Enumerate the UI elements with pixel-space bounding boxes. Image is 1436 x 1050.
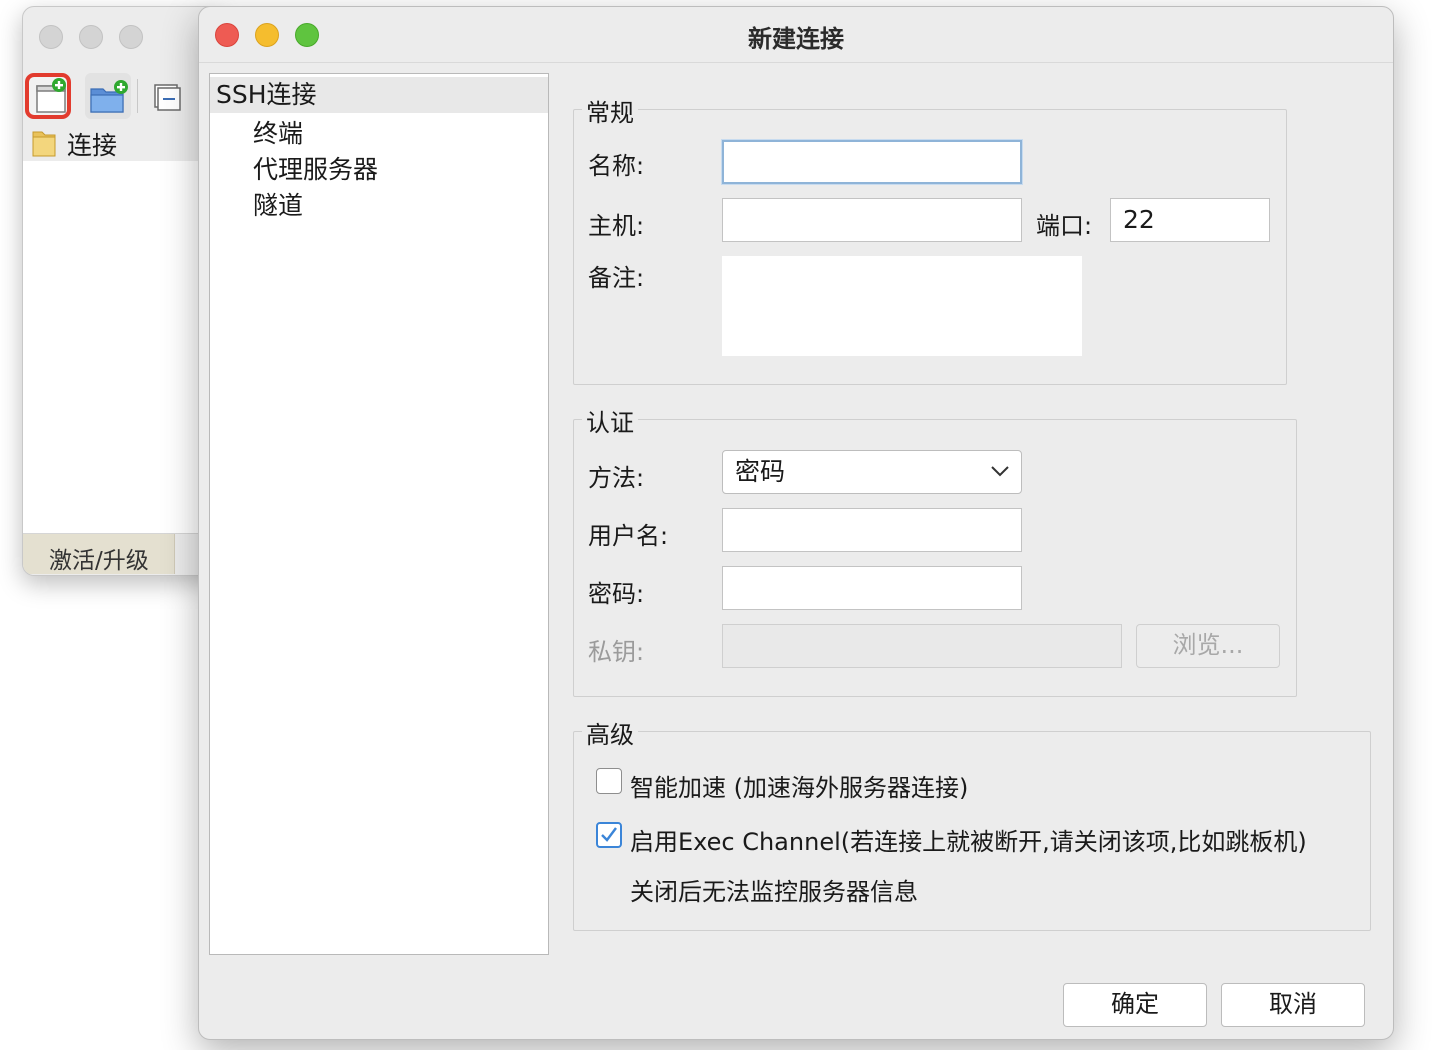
toolbar-separator [137,79,138,113]
general-group: 常规 名称: 主机: 端口: 22 备注: [573,93,1287,385]
collapse-icon [154,84,181,111]
nav-item-ssh[interactable]: SSH连接 [210,77,548,113]
name-input[interactable] [722,140,1022,184]
new-connection-dialog: 新建连接 SSH连接 终端 代理服务器 隧道 常规 名称: 主机: 端口: 22… [198,6,1394,1040]
dialog-titlebar: 新建连接 [199,7,1393,63]
accel-checkbox[interactable] [596,768,622,794]
nav-item-terminal[interactable]: 终端 [253,114,303,150]
host-label: 主机: [588,212,645,240]
exec-channel-checkbox[interactable] [596,822,622,848]
collapse-button[interactable] [147,73,193,119]
accel-label: 智能加速 (加速海外服务器连接) [630,774,969,802]
method-value: 密码 [735,457,786,486]
status-bar: 激活/升级 [23,533,221,575]
method-label: 方法: [588,464,645,492]
tree-item-label: 连接 [67,131,118,160]
auth-legend: 认证 [582,403,638,438]
nav-item-proxy[interactable]: 代理服务器 [253,150,378,186]
cancel-button[interactable]: 取消 [1221,983,1365,1027]
new-folder-button[interactable] [85,73,131,119]
port-input[interactable]: 22 [1110,198,1270,242]
advanced-legend: 高级 [582,715,638,750]
exec-channel-note: 关闭后无法监控服务器信息 [630,878,918,906]
connection-tree: 连接 [23,123,221,533]
note-label: 备注: [588,264,645,292]
nav-item-tunnel[interactable]: 隧道 [253,186,303,222]
auth-group: 认证 方法: 密码 用户名: 密码: 私钥: 浏览... [573,403,1297,697]
folder-icon [32,131,56,157]
host-input[interactable] [722,198,1022,242]
chevron-down-icon [991,466,1009,477]
main-window: 连接 激活/升级 [22,6,222,576]
general-legend: 常规 [582,93,638,128]
tree-item-connections[interactable]: 连接 [23,123,221,161]
exec-channel-label: 启用Exec Channel(若连接上就被断开,请关闭该项,比如跳板机) [630,828,1307,856]
username-input[interactable] [722,508,1022,552]
port-label: 端口: [1036,212,1093,240]
main-toolbar [23,67,221,123]
new-folder-icon [90,80,128,113]
password-input[interactable] [722,566,1022,610]
checkmark-icon [601,827,617,842]
username-label: 用户名: [588,522,669,550]
activate-upgrade-label: 激活/升级 [49,548,149,574]
private-key-input[interactable] [722,624,1122,668]
new-connection-button[interactable] [25,73,71,119]
ok-button[interactable]: 确定 [1063,983,1207,1027]
advanced-group: 高级 智能加速 (加速海外服务器连接) 启用Exec Channel(若连接上就… [573,715,1371,931]
dialog-title: 新建连接 [748,25,844,53]
bg-minimize-button[interactable] [79,25,103,49]
settings-nav: SSH连接 终端 代理服务器 隧道 [209,73,549,955]
new-connection-icon [36,78,66,113]
password-label: 密码: [588,580,645,608]
private-key-label: 私钥: [588,638,645,666]
browse-button[interactable]: 浏览... [1136,624,1280,668]
method-select[interactable]: 密码 [722,450,1022,494]
bg-zoom-button[interactable] [119,25,143,49]
note-textarea[interactable] [722,256,1082,356]
name-label: 名称: [588,152,645,180]
bg-close-button[interactable] [39,25,63,49]
activate-upgrade-tab[interactable]: 激活/升级 [23,534,175,574]
